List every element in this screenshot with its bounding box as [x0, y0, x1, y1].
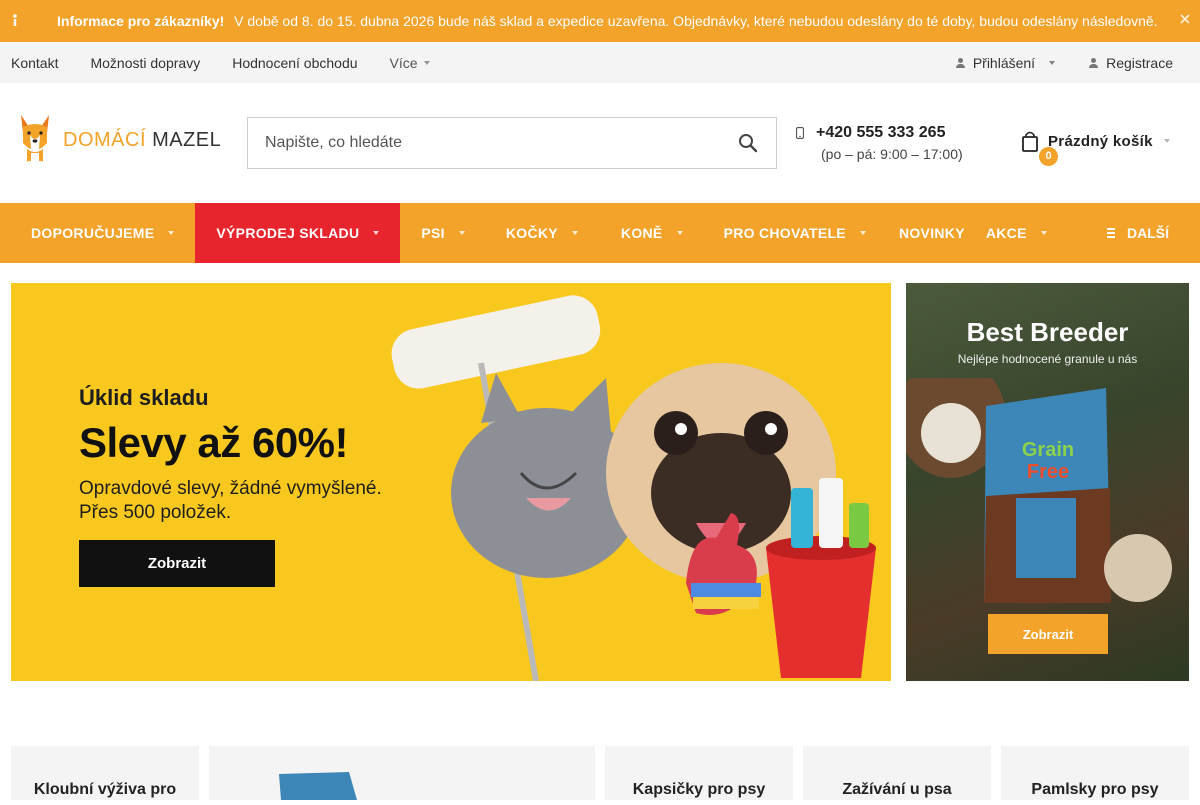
promo-banner-side[interactable]: Best Breeder Nejlépe hodnocené granule u…	[906, 283, 1189, 681]
category-card-kapsicky[interactable]: Kapsičky pro psy	[605, 746, 793, 800]
more-links-dropdown[interactable]: Více	[390, 55, 430, 71]
site-header: DOMÁCÍ MAZEL +420 555 333 265 (po – pá: …	[0, 83, 1200, 203]
chevron-down-icon	[1049, 60, 1056, 65]
info-bar: Informace pro zákazníky! V době od 8. do…	[0, 0, 1200, 42]
dog-food-bag-illustration: Grain Free	[906, 378, 1172, 603]
link-hodnoceni-obchodu[interactable]: Hodnocení obchodu	[232, 55, 357, 71]
cat-and-pug-cleaning-illustration	[391, 295, 876, 681]
logo-text-2: MAZEL	[152, 128, 222, 151]
top-links-bar: Kontakt Možnosti dopravy Hodnocení obcho…	[0, 42, 1200, 83]
info-message: V době od 8. do 15. dubna 2026 bude náš …	[234, 13, 1158, 29]
nav-akce[interactable]: AKCE	[986, 203, 1068, 263]
search-box	[247, 117, 777, 169]
svg-text:Grain: Grain	[1022, 439, 1074, 461]
category-card-image[interactable]	[209, 746, 595, 800]
dog-logo-icon	[21, 115, 49, 165]
nav-pro-chovatele[interactable]: PRO CHOVATELE	[704, 203, 887, 263]
banner-show-button[interactable]: Zobrazit	[79, 540, 275, 587]
user-plus-icon	[1089, 57, 1099, 68]
nav-kone[interactable]: KONĚ	[599, 203, 704, 263]
shopping-bag-icon	[1022, 131, 1038, 152]
nav-more-button[interactable]: DALŠÍ	[1107, 203, 1169, 263]
link-moznosti-dopravy[interactable]: Možnosti dopravy	[90, 55, 200, 71]
chevron-down-icon	[458, 231, 465, 235]
category-card-pamlsky[interactable]: Pamlsky pro psy	[1001, 746, 1189, 800]
nav-more-label: DALŠÍ	[1127, 225, 1169, 241]
chevron-down-icon	[571, 231, 578, 235]
cart-count-badge: 0	[1039, 147, 1058, 166]
phone-contact[interactable]: +420 555 333 265 (po – pá: 9:00 – 17:00)	[796, 124, 963, 162]
logo-text-1: DOMÁCÍ	[63, 128, 146, 151]
chevron-down-icon	[676, 231, 683, 235]
banner-heading-small: Úklid skladu	[79, 385, 209, 410]
banner-subtext-1: Opravdové slevy, žádné vymyšlené.	[79, 478, 382, 499]
category-card-zazivani[interactable]: Zažívání u psa	[803, 746, 991, 800]
nav-doporucujeme[interactable]: DOPORUČUJEME	[0, 203, 195, 263]
close-icon[interactable]	[1180, 13, 1190, 27]
link-kontakt[interactable]: Kontakt	[11, 55, 58, 71]
svg-text:Free: Free	[1027, 461, 1069, 483]
banner-subtext-2: Přes 500 položek.	[79, 502, 232, 523]
login-label: Přihlášení	[972, 54, 1036, 71]
promo-banner-main[interactable]: Úklid skladu Slevy až 60%! Opravdové sle…	[11, 283, 891, 681]
category-card-kloubni-vyziva[interactable]: Kloubní výživa pro	[11, 746, 199, 800]
register-label: Registrace	[1106, 54, 1173, 71]
chevron-down-icon	[1163, 139, 1170, 143]
cart-label: Prázdný košík	[1048, 132, 1153, 150]
category-cards: Kloubní výživa pro Kapsičky pro psy Zaží…	[11, 746, 1189, 800]
register-button[interactable]: Registrace	[1089, 55, 1173, 71]
chevron-down-icon	[373, 231, 380, 235]
chevron-down-icon	[423, 60, 430, 65]
login-button[interactable]: Přihlášení	[955, 54, 1056, 71]
phone-hours: (po – pá: 9:00 – 17:00)	[821, 146, 963, 162]
nav-kocky[interactable]: KOČKY	[486, 203, 599, 263]
phone-number: +420 555 333 265	[816, 124, 946, 141]
user-icon	[955, 57, 965, 68]
product-bag-image	[279, 772, 357, 800]
more-label: Více	[389, 54, 418, 71]
nav-vyprodej-skladu[interactable]: VÝPRODEJ SKLADU	[195, 203, 401, 263]
search-icon[interactable]	[738, 133, 758, 153]
info-icon	[10, 13, 20, 27]
main-nav: DOPORUČUJEME VÝPRODEJ SKLADU PSI KOČKY K…	[0, 203, 1200, 263]
info-title: Informace pro zákazníky!	[57, 13, 225, 29]
logo[interactable]: DOMÁCÍ MAZEL	[17, 113, 221, 167]
chevron-down-icon	[859, 231, 866, 235]
nav-novinky[interactable]: NOVINKY	[887, 203, 986, 263]
chevron-down-icon	[1040, 231, 1047, 235]
search-input[interactable]	[265, 134, 705, 152]
side-banner-subtitle: Nejlépe hodnocené granule u nás	[957, 352, 1138, 366]
menu-icon	[1107, 228, 1115, 238]
phone-icon	[796, 127, 804, 139]
nav-psi[interactable]: PSI	[400, 203, 485, 263]
banner-heading-large: Slevy až 60%!	[79, 419, 349, 466]
side-banner-show-button[interactable]: Zobrazit	[988, 614, 1108, 654]
side-banner-title: Best Breeder	[966, 317, 1129, 347]
chevron-down-icon	[168, 231, 175, 235]
